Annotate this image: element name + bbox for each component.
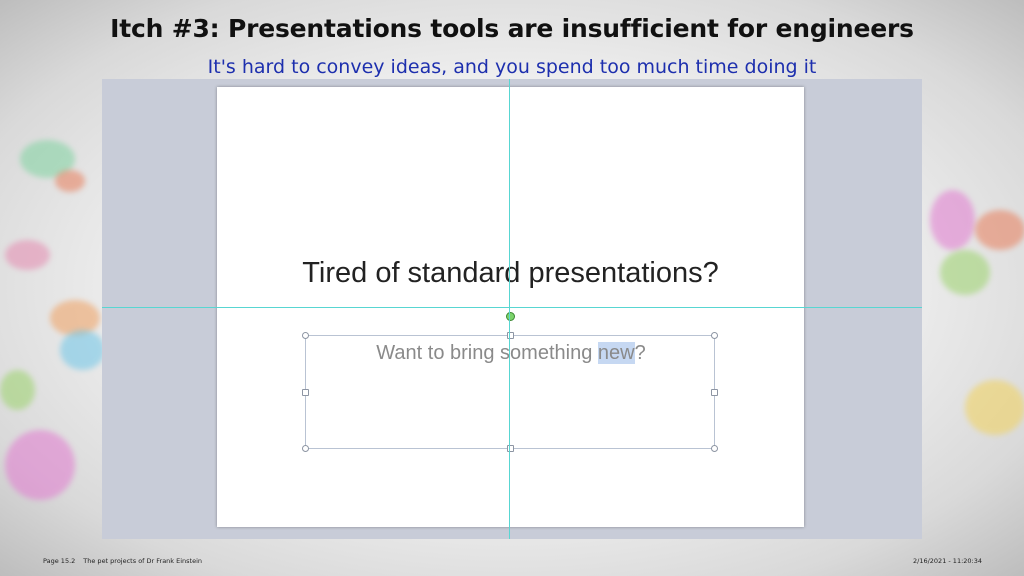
footer-page-number: Page 15.2 (43, 557, 76, 565)
background-bokeh (975, 210, 1024, 250)
resize-handle-right[interactable] (711, 389, 718, 396)
body-text-end: ? (634, 342, 646, 364)
body-text: Want to bring something (376, 342, 598, 364)
background-bokeh (60, 330, 105, 370)
resize-handle-bottom-left[interactable] (302, 445, 309, 452)
background-bokeh (965, 380, 1024, 435)
background-bokeh (5, 240, 50, 270)
slide-title-text[interactable]: Tired of standard presentations? (217, 257, 804, 290)
background-bokeh (940, 250, 990, 295)
selected-text-box[interactable]: Want to bring something new? (302, 312, 718, 452)
slide-editor-canvas[interactable]: Tired of standard presentations? Want to… (102, 79, 922, 539)
horizontal-smart-guide (102, 307, 922, 308)
background-bokeh (0, 370, 35, 410)
resize-handle-bottom-right[interactable] (711, 445, 718, 452)
resize-handle-top-left[interactable] (302, 332, 309, 339)
background-bokeh (5, 430, 75, 500)
text-box-content[interactable]: Want to bring something new? (306, 342, 716, 365)
selected-word: new (597, 342, 635, 364)
footer-datetime: 2/16/2021 - 11:20:34 (913, 557, 982, 565)
rotate-handle[interactable] (506, 312, 515, 321)
page-subtitle: It's hard to convey ideas, and you spend… (207, 56, 817, 78)
background-bokeh (55, 170, 85, 192)
page-title: Itch #3: Presentations tools are insuffi… (110, 14, 914, 43)
footer-left: Page 15.2 The pet projects of Dr Frank Ei… (43, 557, 202, 565)
resize-handle-top-right[interactable] (711, 332, 718, 339)
footer-project: The pet projects of Dr Frank Einstein (83, 557, 203, 565)
resize-handle-left[interactable] (302, 389, 309, 396)
vertical-smart-guide (509, 79, 510, 539)
background-bokeh (930, 190, 975, 250)
